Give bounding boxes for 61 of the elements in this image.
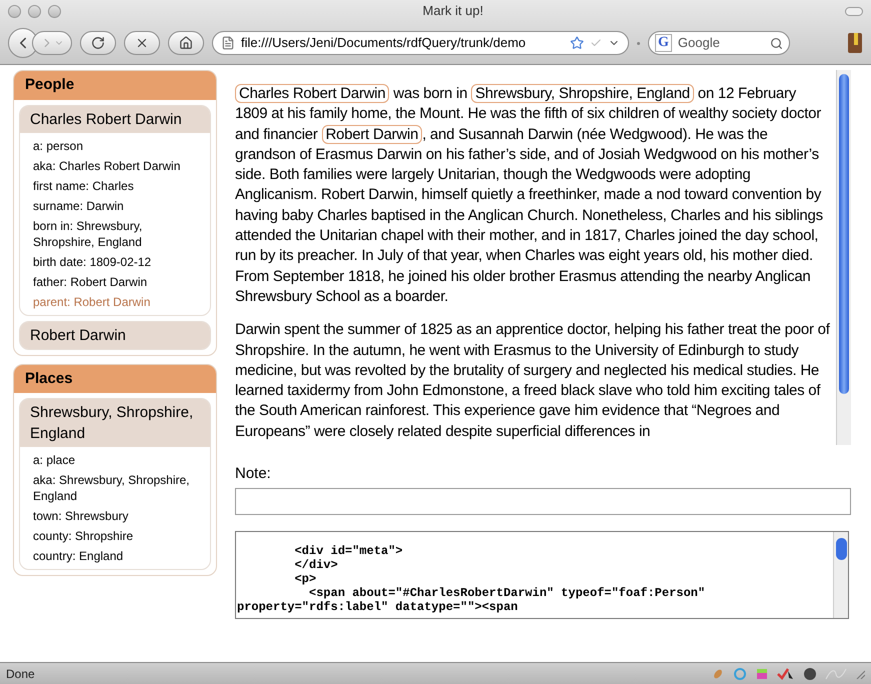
window-control-icon[interactable] [28, 4, 41, 18]
article-paragraph: Darwin spent the summer of 1825 as an apprentice doctor, helping his father treat the poor of Shropshire. In the autumn, he went with Erasmus to the University of Edinburgh to study medicine, but was revolted by the brutality of surgery and neglected his medical studies. He learned taxidermy from John Edmonstone, a freed black slave who told him exciting tales of the South American rainforest. This experience gave him evidence that “Negroes and Europeans” were closely related despite superficial differences in [235, 320, 831, 442]
bookmark-book-icon[interactable] [847, 32, 863, 54]
entity-name: Shrewsbury, Shropshire, England [20, 399, 210, 447]
home-icon [179, 36, 193, 50]
forward-button[interactable] [32, 31, 72, 55]
panel-heading: Places [14, 364, 216, 393]
note-input-field[interactable] [235, 488, 851, 514]
scrollbar[interactable] [836, 70, 851, 445]
property-text: county: Shropshire [33, 528, 134, 544]
resize-grip-icon[interactable] [855, 668, 865, 678]
entity-name: Charles Robert Darwin [20, 106, 210, 132]
reload-icon [91, 36, 105, 50]
marked-entity[interactable]: Charles Robert Darwin [235, 84, 390, 103]
back-button[interactable] [8, 28, 38, 58]
search-placeholder: Google [678, 34, 721, 52]
stop-button[interactable] [124, 31, 160, 55]
entity-card[interactable] [19, 104, 211, 316]
cube-icon[interactable] [755, 666, 769, 680]
bookmark-star-icon [570, 36, 584, 50]
property-text: aka: Charles Robert Darwin [33, 158, 182, 174]
property-text: a: place [33, 452, 76, 468]
sphere-icon[interactable] [803, 666, 817, 680]
page-icon [221, 36, 235, 50]
search-engine-logo[interactable]: G [655, 34, 672, 52]
property-text: father: Robert Darwin [33, 274, 148, 290]
property-text: birth date: 1809-02-12 [33, 254, 152, 270]
marked-entity[interactable]: Robert Darwin [322, 124, 422, 144]
window-title: Mark it up! [422, 2, 484, 20]
property-text: country: England [33, 548, 124, 564]
code-scrollbar-thumb[interactable] [836, 538, 846, 560]
search-field[interactable]: G Google [648, 31, 790, 55]
scrollbar-thumb[interactable] [839, 74, 849, 394]
toolbar-toggle-icon[interactable] [845, 6, 863, 16]
address-bar[interactable]: file:///Users/Jeni/Documents/rdfQuery/trunk/demo [212, 31, 629, 55]
property-text: first name: Charles [33, 178, 135, 194]
code-text: <div id="meta"> </div> <p> <span about="#CharlesRobertDarwin" typeof="foaf:Person" property="rdfs:label" datatype=""><span [236, 542, 706, 616]
property-text: surname: Darwin [33, 198, 125, 214]
property-text: parent: Robert Darwin [33, 294, 152, 310]
status-text: Done [6, 666, 36, 682]
window-control-icon[interactable] [8, 4, 21, 18]
check-cursor-icon[interactable] [777, 666, 795, 680]
entity-card[interactable]: Robert Darwin [19, 320, 211, 350]
code-scrollbar[interactable] [833, 532, 848, 618]
search-icon [770, 36, 783, 50]
home-button[interactable] [168, 31, 204, 55]
bug-icon[interactable] [711, 666, 725, 680]
close-icon [135, 36, 149, 50]
check-icon [590, 37, 602, 49]
property-text: town: Shrewsbury [33, 508, 130, 524]
window-control-icon[interactable] [48, 4, 61, 18]
sync-icon[interactable] [733, 666, 747, 680]
panel-heading: People [14, 71, 216, 100]
note-label: Note: [235, 464, 272, 484]
entity-card[interactable]: Shrewsbury, Shropshire, England a: place aka: Shrewsbury, Shropshire, England town: Shrewsbury county: Shropshire country: England [19, 398, 211, 570]
url-text: file:///Users/Jeni/Documents/rdfQuery/trunk/demo [241, 34, 527, 52]
marked-entity[interactable]: Shrewsbury, Shropshire, England [471, 84, 694, 103]
reload-button[interactable] [80, 31, 116, 55]
article-paragraph: Charles Robert Darwin was born in Shrewsbury, Shropshire, England on 12 February 1809 at his family home, the Mount. He was the fifth of six children of wealthy society doctor and financier Robert Darwin , and Susannah Darwin (née Wedgwood). He was the grandson of Erasmus Darwin on his father’s side, and of Josiah Wedgwood on his mother’s side. Both families were largely Unitarian, though the Wedgwoods were adopting Anglicanism. Robert Darwin, himself quietly a freethinker, made a nod toward convention by having baby Charles baptised in the Anglican Church. Nonetheless, Charles and his siblings attended the Unitarian chapel with their mother, and in 1817, Charles joined the day school, run by its preacher. In July of that year, when Charles was eight years old, his mother died. From September 1818, he joined his older brother Erasmus attending the nearby Anglican Shrewsbury School as a boarder. [235, 84, 824, 307]
code-editor[interactable]: <div id="meta"> </div> <p> <span about="#CharlesRobertDarwin" typeof="foaf:Person" property="rdfs:label" datatype=""><span [235, 530, 849, 618]
property-text: a: person [33, 138, 84, 154]
